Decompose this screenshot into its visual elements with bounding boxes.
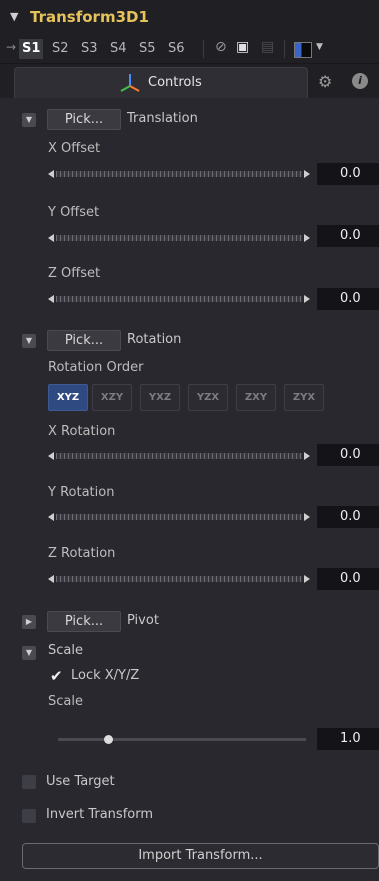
rotation-order-group: XYZ XZY YXZ YZX ZXY ZYX [48, 384, 332, 412]
version-toolbar: → S1 S2 S3 S4 S5 S6 ⊘ ▣ ▤ ▼ [0, 34, 379, 64]
chevron-down-icon[interactable]: ▼ [10, 10, 18, 23]
arrow-right-icon[interactable] [304, 575, 310, 583]
rotation-order-zyx[interactable]: ZYX [284, 384, 324, 411]
arrow-left-icon[interactable] [48, 170, 54, 178]
slot-s2[interactable]: S2 [49, 39, 72, 59]
pivot-section-label: Pivot [127, 613, 159, 628]
rotation-order-yxz[interactable]: YXZ [140, 384, 180, 411]
collapse-scale-button[interactable]: ▼ [22, 646, 36, 660]
slider-track[interactable] [56, 296, 302, 302]
z-offset-slider[interactable] [48, 295, 310, 305]
z-rotation-slider[interactable] [48, 575, 310, 585]
lock-xyz-label: Lock X/Y/Z [71, 668, 140, 683]
y-offset-slider[interactable] [48, 234, 310, 244]
toolbar-divider [284, 40, 285, 58]
save-icon[interactable]: ▤ [261, 39, 274, 55]
slider-track[interactable] [56, 576, 302, 582]
expand-pivot-button[interactable]: ▶ [22, 615, 36, 629]
arrow-right-icon[interactable] [304, 295, 310, 303]
lock-xyz-checkbox[interactable]: ✔ [50, 667, 63, 685]
y-rotation-label: Y Rotation [48, 485, 115, 500]
x-offset-slider[interactable] [48, 170, 310, 180]
arrow-left-icon[interactable] [48, 575, 54, 583]
arrow-right-icon[interactable] [304, 513, 310, 521]
gear-icon[interactable]: ⚙ [318, 72, 332, 91]
x-offset-label: X Offset [48, 141, 101, 156]
x-rotation-slider[interactable] [48, 452, 310, 462]
x-rotation-label: X Rotation [48, 424, 116, 439]
scale-section-label: Scale [48, 643, 83, 658]
rotation-order-zxy[interactable]: ZXY [236, 384, 276, 411]
lock-icon[interactable]: ▣ [236, 39, 249, 55]
x-rotation-input[interactable]: 0.0 [317, 444, 379, 466]
toolbar-divider [203, 40, 204, 58]
collapse-rotation-button[interactable]: ▼ [22, 334, 36, 348]
rotation-order-yzx[interactable]: YZX [188, 384, 228, 411]
pick-pivot-button[interactable]: Pick... [47, 611, 121, 632]
z-offset-input[interactable]: 0.0 [317, 288, 379, 310]
slider-track[interactable] [56, 235, 302, 241]
use-target-checkbox[interactable] [22, 775, 36, 789]
slot-s5[interactable]: S5 [136, 39, 159, 59]
scale-field-label: Scale [48, 694, 83, 709]
z-rotation-label: Z Rotation [48, 546, 116, 561]
pin-icon[interactable]: → [6, 40, 16, 54]
disable-icon[interactable]: ⊘ [215, 39, 227, 55]
import-transform-button[interactable]: Import Transform... [22, 843, 379, 869]
x-offset-input[interactable]: 0.0 [317, 163, 379, 185]
y-rotation-slider[interactable] [48, 513, 310, 523]
slot-s4[interactable]: S4 [107, 39, 130, 59]
node-header: ▼ Transform3D1 [0, 0, 379, 34]
slider-track[interactable] [56, 453, 302, 459]
rotation-section-label: Rotation [127, 332, 182, 347]
slot-s3[interactable]: S3 [78, 39, 101, 59]
y-offset-input[interactable]: 0.0 [317, 225, 379, 247]
rotation-order-xzy[interactable]: XZY [92, 384, 132, 411]
scale-slider[interactable] [58, 735, 306, 744]
color-swatch[interactable] [294, 42, 312, 58]
scale-input[interactable]: 1.0 [317, 728, 379, 750]
arrow-right-icon[interactable] [304, 452, 310, 460]
arrow-right-icon[interactable] [304, 170, 310, 178]
z-offset-label: Z Offset [48, 266, 101, 281]
chevron-down-icon[interactable]: ▼ [316, 42, 323, 52]
rotation-order-xyz[interactable]: XYZ [48, 384, 88, 411]
arrow-left-icon[interactable] [48, 234, 54, 242]
use-target-label: Use Target [46, 774, 115, 789]
slider-track[interactable] [56, 171, 302, 177]
arrow-left-icon[interactable] [48, 513, 54, 521]
y-offset-label: Y Offset [48, 205, 100, 220]
info-icon[interactable]: i [352, 73, 368, 89]
slot-s6[interactable]: S6 [165, 39, 188, 59]
slider-track[interactable] [56, 514, 302, 520]
invert-transform-label: Invert Transform [46, 807, 154, 822]
pick-rotation-button[interactable]: Pick... [47, 330, 121, 351]
y-rotation-input[interactable]: 0.0 [317, 506, 379, 528]
tab-controls-label: Controls [148, 75, 202, 90]
node-title: Transform3D1 [30, 8, 149, 26]
z-rotation-input[interactable]: 0.0 [317, 568, 379, 590]
slot-s1[interactable]: S1 [19, 39, 44, 59]
translation-section-label: Translation [127, 111, 198, 126]
invert-transform-checkbox[interactable] [22, 809, 36, 823]
slider-handle[interactable] [104, 735, 113, 744]
axis-icon [120, 74, 140, 92]
tab-controls[interactable]: Controls [14, 67, 308, 98]
collapse-translation-button[interactable]: ▼ [22, 113, 36, 127]
rotation-order-label: Rotation Order [48, 360, 144, 375]
arrow-right-icon[interactable] [304, 234, 310, 242]
inspector-tabs: Controls ⚙ i [0, 64, 379, 98]
arrow-left-icon[interactable] [48, 295, 54, 303]
arrow-left-icon[interactable] [48, 452, 54, 460]
pick-translation-button[interactable]: Pick... [47, 109, 121, 130]
